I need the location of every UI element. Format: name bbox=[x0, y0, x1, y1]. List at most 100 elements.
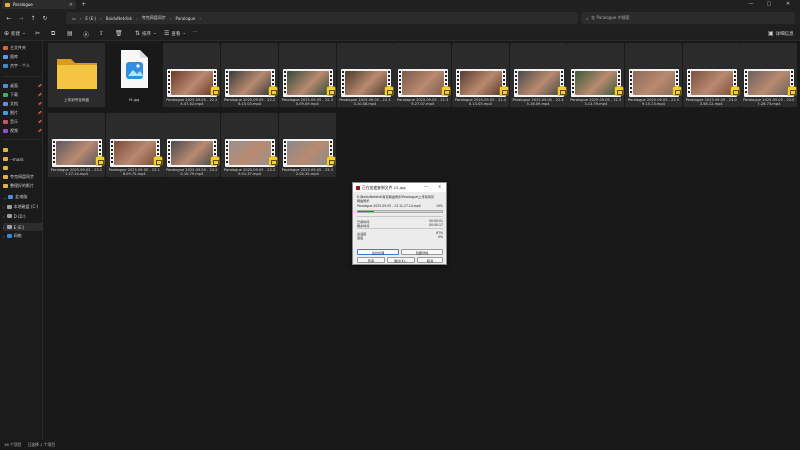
image-file-tile[interactable]: f4.jpg bbox=[106, 43, 163, 107]
sidebar-item-7[interactable]: 音乐 📌 bbox=[3, 118, 43, 126]
sidebar-drive-label: E (E:) bbox=[13, 224, 25, 230]
sidebar-item-9[interactable] bbox=[3, 146, 43, 154]
chevron-right-icon[interactable]: › bbox=[3, 234, 5, 239]
pause-button[interactable]: 暂停 bbox=[357, 257, 385, 263]
address-bar[interactable]: ▭ › E (E:) › BaiduNetdisk › 夸克网盘同步 › Par… bbox=[66, 12, 578, 24]
sidebar-item-label: 整理好的影片 bbox=[10, 183, 34, 188]
back-button[interactable]: ← bbox=[3, 15, 15, 22]
refresh-button[interactable]: ↻ bbox=[39, 15, 51, 22]
forward-button[interactable]: → bbox=[15, 15, 27, 22]
background-button[interactable]: 后台处理 bbox=[357, 249, 399, 255]
sidebar-item-1[interactable]: 图库 bbox=[3, 53, 43, 61]
hide-details-button[interactable]: 隐藏详情 bbox=[401, 249, 443, 255]
search-input[interactable]: ⌕ 在 Paralogue 中搜索 bbox=[581, 12, 795, 24]
video-file-tile[interactable]: Paralogue 2025.09.05 - 22.26.15.03.mp4 bbox=[221, 43, 279, 107]
video-file-tile[interactable]: Paralogue 2025.09.05 - 22.53.13.79.mp4 bbox=[567, 43, 625, 107]
breadcrumb-baidunetdisk[interactable]: BaiduNetdisk bbox=[106, 16, 132, 21]
dialog-file-percent: 19% bbox=[436, 204, 443, 208]
sidebar-drive-0[interactable]: ⌄ 此电脑 bbox=[3, 193, 43, 201]
video-file-tile[interactable]: Paralogue 2025.09.05 - 23.07.26.73.mp4 bbox=[740, 43, 798, 107]
file-name: Paralogue 2025.09.05 - 23.29.01.37.mp4 bbox=[224, 168, 276, 177]
breadcrumb-paralogue[interactable]: Paralogue bbox=[175, 16, 195, 21]
sidebar-drive-1[interactable]: › 本地磁盘 (C:) bbox=[3, 203, 43, 211]
view-button[interactable]: ☰ 查看 ⌄ bbox=[164, 30, 186, 37]
sidebar-item-3[interactable]: 桌面 📌 bbox=[3, 82, 43, 90]
video-file-tile[interactable]: Paralogue 2025.09.05 - 22.33.10.08.mp4 bbox=[336, 43, 394, 107]
sidebar-drive-4[interactable]: › 网络 bbox=[3, 232, 43, 240]
share-button[interactable]: ⇪ bbox=[99, 30, 104, 37]
sidebar-item-6[interactable]: 图片 📌 bbox=[3, 109, 43, 117]
video-file-tile[interactable]: Paralogue 2025.09.05 - 22.59.15.13.mp4 bbox=[625, 43, 682, 107]
video-file-tile[interactable]: Paralogue 2025.09.05 - 22.45.16.09.mp4 bbox=[509, 43, 567, 107]
sidebar-drive-2[interactable]: › D (D:) bbox=[3, 212, 43, 220]
sidebar-item-10[interactable]: --mask bbox=[3, 155, 43, 163]
folder-tile[interactable]: 上传到夸克网盘 bbox=[48, 43, 105, 107]
sidebar-item-11[interactable] bbox=[3, 164, 43, 172]
copy-button[interactable]: ⧉ bbox=[51, 30, 55, 38]
sidebar-item-2[interactable]: 杰宇 - 个人 bbox=[3, 62, 43, 70]
cut-button[interactable]: ✂ bbox=[35, 30, 40, 37]
sync-badge-icon bbox=[211, 157, 220, 165]
home-icon bbox=[3, 46, 8, 50]
folder-icon bbox=[5, 2, 10, 7]
title-bar: Paralogue ✕ + — ▢ ✕ bbox=[0, 0, 800, 9]
sidebar-drive-label: 网络 bbox=[13, 233, 22, 238]
chevron-right-icon[interactable]: › bbox=[3, 225, 5, 230]
maximize-button[interactable]: ▢ bbox=[762, 0, 776, 9]
sidebar-item-label: 视频 bbox=[10, 128, 18, 133]
file-name: f4.jpg bbox=[129, 98, 140, 102]
video-file-tile[interactable]: Paralogue 2025.09.05 - 22.30.09.09.mp4 bbox=[278, 43, 336, 107]
paste-icon: ▤ bbox=[67, 30, 73, 37]
video-file-tile[interactable]: Paralogue 2025.09.05 - 22.24.47.02.mp4 bbox=[163, 43, 221, 107]
video-file-tile[interactable]: Paralogue 2025.09.05 - 23.03.58.12.mp4 bbox=[682, 43, 740, 107]
video-file-tile[interactable]: Paralogue 2025.09.05 - 22.39.27.07.mp4 bbox=[394, 43, 452, 107]
video-file-tile[interactable]: Paralogue 2025.09.05 - 23.32.04.35.mp4 bbox=[278, 113, 336, 177]
pin-icon: 📌 bbox=[37, 93, 42, 97]
video-thumbnail bbox=[340, 69, 391, 97]
sidebar-item-5[interactable]: 文档 📌 bbox=[3, 100, 43, 108]
chevron-right-icon[interactable]: › bbox=[3, 214, 5, 219]
video-thumbnail bbox=[52, 139, 102, 167]
tab-close-icon[interactable]: ✕ bbox=[69, 2, 73, 8]
more-button[interactable]: ··· bbox=[193, 30, 197, 35]
sync-badge-icon bbox=[326, 87, 335, 95]
breadcrumb-drive[interactable]: E (E:) bbox=[85, 16, 96, 21]
dialog-close-button[interactable]: ✕ bbox=[438, 184, 441, 189]
sidebar-item-4[interactable]: 下载 📌 bbox=[3, 91, 43, 99]
details-button[interactable]: ▣ 详细信息 bbox=[768, 30, 794, 37]
new-tab-button[interactable]: + bbox=[81, 1, 86, 8]
drive-icon bbox=[6, 205, 12, 209]
sidebar-item-13[interactable]: 整理好的影片 bbox=[3, 182, 43, 190]
chevron-right-icon[interactable]: › bbox=[3, 205, 5, 210]
dialog-minimize-button[interactable]: — bbox=[424, 184, 428, 189]
pin-icon: 📌 bbox=[37, 111, 42, 115]
video-file-tile[interactable]: Paralogue 2025.09.05 - 23.16.09.75.mp4 bbox=[105, 113, 163, 177]
close-button[interactable]: ✕ bbox=[781, 0, 795, 9]
app-icon bbox=[356, 185, 360, 190]
video-file-tile[interactable]: Paralogue 2025.09.05 - 23.11.27.14.mp4 bbox=[48, 113, 105, 177]
delete-button[interactable]: 🗑 bbox=[115, 30, 123, 37]
sidebar-drive-3[interactable]: › E (E:) bbox=[3, 223, 43, 231]
cancel-button[interactable]: 取消 bbox=[417, 257, 443, 263]
video-file-tile[interactable]: Paralogue 2025.09.05 - 23.20.10.79.mp4 bbox=[163, 113, 221, 177]
up-button[interactable]: ↑ bbox=[27, 15, 39, 22]
tab-paralogue[interactable]: Paralogue ✕ bbox=[2, 0, 76, 9]
sidebar-item-8[interactable]: 视频 📌 bbox=[3, 127, 43, 135]
video-thumbnail bbox=[167, 139, 218, 167]
video-thumbnail bbox=[282, 69, 333, 97]
video-thumbnail bbox=[686, 69, 737, 97]
chevron-down-icon[interactable]: ⌄ bbox=[3, 195, 6, 200]
sort-button[interactable]: ⇅ 排序 ⌄ bbox=[135, 30, 157, 37]
file-name: Paralogue 2025.09.05 - 23.11.27.14.mp4 bbox=[50, 168, 103, 177]
breadcrumb-quark-sync[interactable]: 夸克网盘同步 bbox=[142, 15, 166, 21]
rename-button[interactable]: Ⓐ bbox=[83, 30, 89, 39]
new-button[interactable]: ⊕ 新建 ⌄ bbox=[4, 30, 26, 37]
video-file-tile[interactable]: Paralogue 2025.09.05 - 22.40.13.03.mp4 bbox=[451, 43, 509, 107]
skip-button[interactable]: 跳过(K)... bbox=[387, 257, 415, 263]
sidebar-item-12[interactable]: 夸克网盘同步 bbox=[3, 173, 43, 181]
rename-icon: Ⓐ bbox=[83, 32, 90, 39]
sidebar-item-0[interactable]: 主文件夹 bbox=[3, 44, 43, 52]
paste-button[interactable]: ▤ bbox=[67, 30, 73, 37]
minimize-button[interactable]: — bbox=[744, 0, 758, 9]
video-file-tile[interactable]: Paralogue 2025.09.05 - 23.29.01.37.mp4 bbox=[221, 113, 279, 177]
